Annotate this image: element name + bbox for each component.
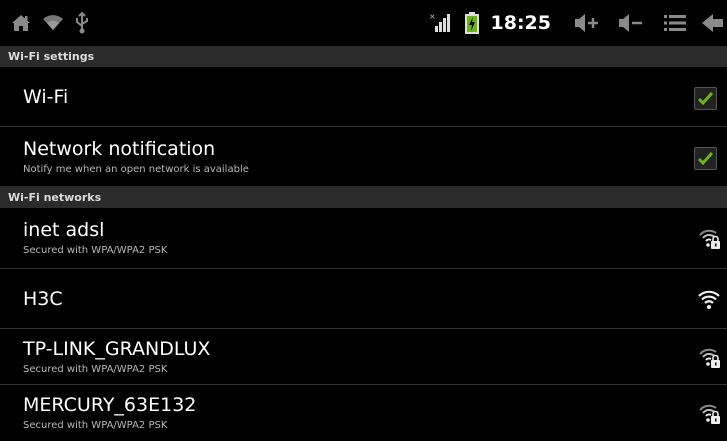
wifi-checkbox[interactable] xyxy=(694,86,717,110)
wifi-signal-locked-icon xyxy=(699,229,720,249)
wifi-signal-locked-icon xyxy=(699,348,720,368)
status-bar-time: 18:25 xyxy=(490,12,551,34)
network-item[interactable]: inet adsl Secured with WPA/WPA2 PSK xyxy=(0,208,727,268)
network-notification-description: Notify me when an open network is availa… xyxy=(23,163,249,175)
wifi-networks-header: Wi-Fi networks xyxy=(0,186,727,208)
network-security: Secured with WPA/WPA2 PSK xyxy=(23,363,168,375)
wifi-signal-icon xyxy=(698,290,720,309)
network-item[interactable]: TP-LINK_GRANDLUX Secured with WPA/WPA2 P… xyxy=(0,329,727,384)
wifi-toggle-label: Wi-Fi xyxy=(23,85,69,108)
usb-icon xyxy=(74,12,90,34)
network-item[interactable]: MERCURY_63E132 Secured with WPA/WPA2 PSK xyxy=(0,385,727,441)
back-icon xyxy=(702,14,723,32)
back-button[interactable] xyxy=(697,0,727,46)
wifi-status-icon xyxy=(42,13,64,33)
menu-button[interactable] xyxy=(653,0,697,46)
network-notification-checkbox[interactable] xyxy=(694,146,717,170)
network-security: Secured with WPA/WPA2 PSK xyxy=(23,420,168,431)
network-notification-label: Network notification xyxy=(23,137,216,160)
network-notification-row[interactable]: Network notification Notify me when an o… xyxy=(0,127,727,186)
wifi-toggle-row[interactable]: Wi-Fi xyxy=(0,67,727,126)
wifi-signal-locked-icon xyxy=(699,404,720,424)
volume-up-icon xyxy=(575,14,598,32)
volume-down-button[interactable] xyxy=(609,0,653,46)
menu-icon xyxy=(664,15,686,31)
volume-up-button[interactable] xyxy=(565,0,609,46)
network-name: inet adsl xyxy=(23,219,105,241)
checkmark-icon xyxy=(698,151,713,165)
network-name: MERCURY_63E132 xyxy=(23,394,197,416)
network-item[interactable]: H3C xyxy=(0,269,727,328)
battery-charging-icon xyxy=(463,11,481,35)
network-name: H3C xyxy=(23,287,63,310)
checkmark-icon xyxy=(698,91,713,105)
home-icon xyxy=(10,13,32,33)
status-bar: × 18:25 xyxy=(0,0,727,46)
status-bar-notifications xyxy=(0,12,90,34)
network-name: TP-LINK_GRANDLUX xyxy=(23,337,211,360)
network-security: Secured with WPA/WPA2 PSK xyxy=(23,245,168,256)
signal-icon: × xyxy=(429,12,453,34)
volume-down-icon xyxy=(619,14,642,32)
wifi-settings-header: Wi-Fi settings xyxy=(0,46,727,67)
svg-text:×: × xyxy=(429,12,436,21)
